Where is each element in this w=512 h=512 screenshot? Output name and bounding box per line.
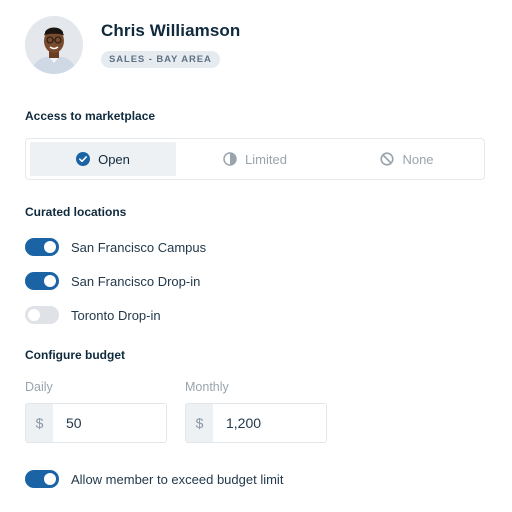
segment-none[interactable]: None: [334, 142, 480, 176]
daily-label: Daily: [25, 380, 53, 394]
location-label: San Francisco Drop-in: [71, 273, 201, 289]
currency-symbol: $: [186, 404, 213, 442]
marketplace-segmented-control: Open Limited None: [25, 138, 485, 180]
location-toggle-sf-dropin[interactable]: [25, 272, 59, 290]
avatar: [25, 16, 83, 74]
check-circle-icon: [76, 152, 91, 166]
location-label: Toronto Drop-in: [71, 307, 161, 323]
segment-open[interactable]: Open: [30, 142, 176, 176]
marketplace-title: Access to marketplace: [25, 109, 156, 123]
location-label: San Francisco Campus: [71, 239, 207, 255]
monthly-budget-field: $: [185, 403, 327, 443]
location-toggle-toronto-dropin[interactable]: [25, 306, 59, 324]
prohibited-icon: [380, 152, 395, 166]
pie-icon: [223, 152, 237, 166]
location-toggle-sf-campus[interactable]: [25, 238, 59, 256]
monthly-label: Monthly: [185, 380, 229, 394]
daily-budget-field: $: [25, 403, 167, 443]
exceed-budget-label: Allow member to exceed budget limit: [71, 471, 284, 487]
team-badge: SALES - BAY AREA: [101, 51, 220, 68]
exceed-budget-toggle[interactable]: [25, 470, 59, 488]
segment-open-label: Open: [98, 151, 130, 167]
daily-budget-input[interactable]: [53, 404, 166, 442]
exceed-budget-row: Allow member to exceed budget limit: [25, 470, 283, 488]
locations-title: Curated locations: [25, 205, 127, 219]
location-item: San Francisco Drop-in: [25, 272, 200, 290]
profile-name: Chris Williamson: [101, 21, 241, 40]
segment-limited[interactable]: Limited: [182, 142, 328, 176]
currency-symbol: $: [26, 404, 53, 442]
location-item: Toronto Drop-in: [25, 306, 161, 324]
budget-title: Configure budget: [25, 348, 125, 362]
segment-none-label: None: [402, 151, 434, 167]
monthly-budget-input[interactable]: [213, 404, 326, 442]
segment-limited-label: Limited: [245, 151, 287, 167]
location-item: San Francisco Campus: [25, 238, 206, 256]
